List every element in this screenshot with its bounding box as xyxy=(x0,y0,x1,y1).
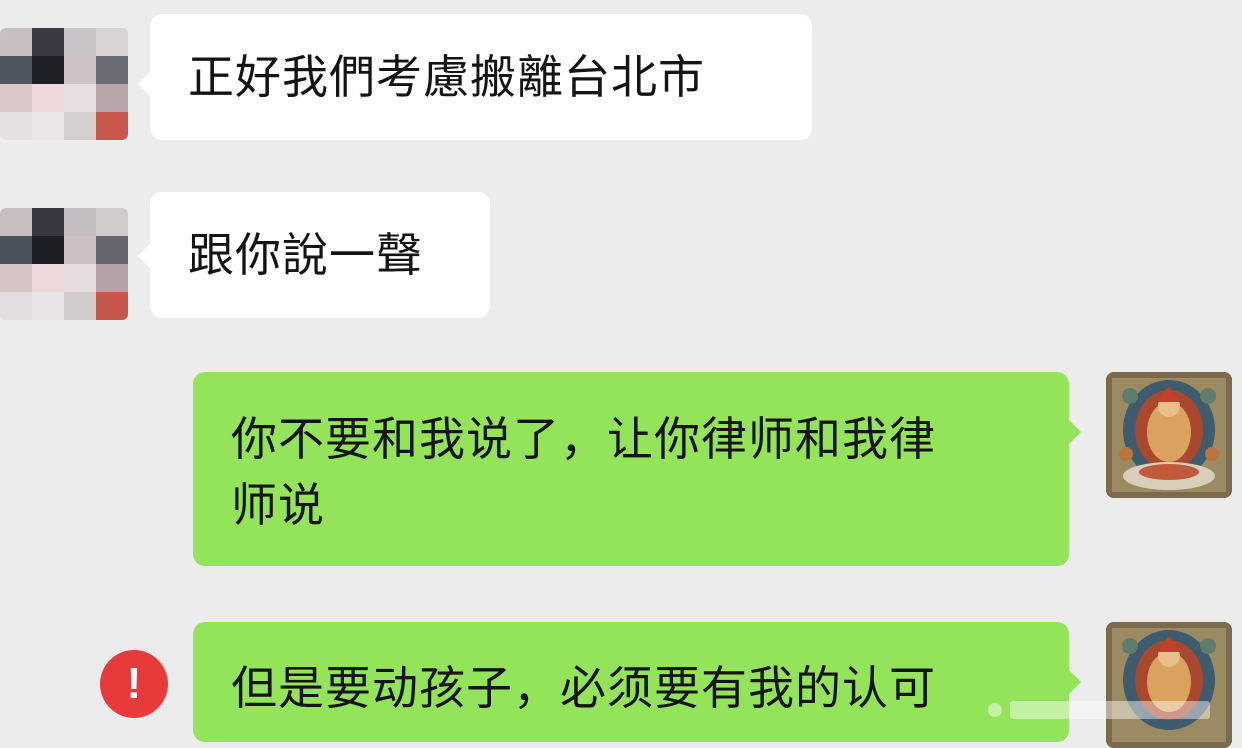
message-bubble-incoming[interactable]: 正好我們考慮搬離台北市 xyxy=(150,14,812,140)
message-bubble-outgoing[interactable]: 但是要动孩子，必须要有我的认可 xyxy=(193,622,1069,742)
thangka-image xyxy=(1106,622,1232,748)
bubble-tail xyxy=(138,72,150,96)
bubble-tail xyxy=(1069,420,1081,444)
thangka-avatar-icon[interactable] xyxy=(1106,622,1232,748)
message-text-line: 你不要和我说了，让你律师和我律 xyxy=(231,412,936,466)
contact-avatar[interactable] xyxy=(0,208,128,320)
watermark xyxy=(988,701,1210,719)
message-text: 但是要动孩子，必须要有我的认可 xyxy=(231,661,936,715)
message-text: 跟你說一聲 xyxy=(188,228,423,282)
send-failed-icon[interactable]: ! xyxy=(100,650,168,718)
thangka-avatar-icon[interactable] xyxy=(1106,372,1232,498)
bubble-tail xyxy=(138,244,150,268)
message-text: 正好我們考慮搬離台北市 xyxy=(188,50,705,104)
message-text-line: 师说 xyxy=(231,478,325,532)
message-bubble-outgoing[interactable]: 你不要和我说了，让你律师和我律 师说 xyxy=(193,372,1069,566)
bubble-tail xyxy=(1069,670,1081,694)
chat-area: 正好我們考慮搬離台北市 跟你說一聲 你不要和我说了，让你律师和我律 师说 ! 但… xyxy=(0,0,1242,748)
error-glyph: ! xyxy=(126,659,142,708)
contact-avatar[interactable] xyxy=(0,28,128,140)
thangka-image xyxy=(1106,372,1232,498)
message-bubble-incoming[interactable]: 跟你說一聲 xyxy=(150,192,490,318)
